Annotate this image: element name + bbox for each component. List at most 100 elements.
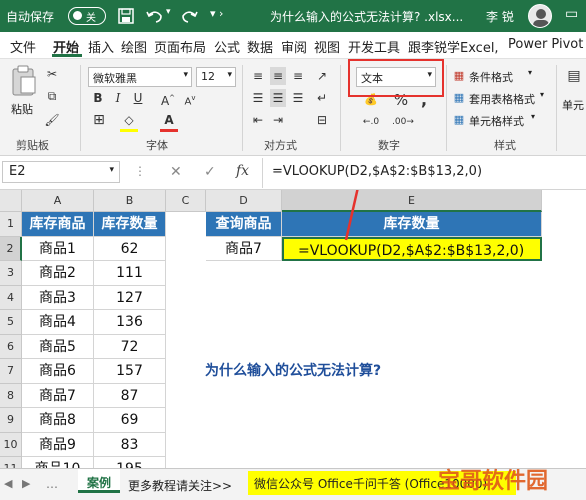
- font-size-select[interactable]: 12 ▾: [196, 67, 236, 87]
- watermark-logo: 宝哥软件园: [438, 457, 586, 500]
- font-shrink-icon[interactable]: Av: [182, 89, 198, 111]
- merge-center-icon[interactable]: ⊟: [314, 111, 330, 129]
- tab-data[interactable]: 数据: [247, 37, 273, 56]
- more-dots-icon: ⋮: [134, 164, 146, 178]
- chevron-down-icon[interactable]: ▾: [540, 90, 544, 99]
- cell-styles-label[interactable]: 单元格样式: [469, 113, 524, 129]
- divider: [242, 65, 243, 151]
- tab-page-layout[interactable]: 页面布局: [154, 37, 206, 56]
- align-bottom-icon[interactable]: ≡: [290, 67, 306, 85]
- chevron-down-icon: ▾: [183, 70, 188, 80]
- font-name-select[interactable]: 微软雅黑 ▾: [88, 67, 192, 87]
- increase-indent-icon[interactable]: ⇥: [270, 111, 286, 129]
- sheet-tab-bar: ◀ ▶ … 案例 更多教程请关注>> 微信公众号 Office千问千答 (Off…: [0, 468, 586, 500]
- tab-view[interactable]: 视图: [314, 37, 340, 56]
- title-bar: 自动保存 关 ▾ ▾ › 为什么输入的公式无法计算? .xlsx... 李 锐 …: [0, 0, 586, 32]
- formula-input[interactable]: =VLOOKUP(D2,$A$2:$B$13,2,0): [272, 164, 482, 179]
- worksheet-grid[interactable]: ABCDE 1234567891011 库存商品库存数量商品162商品2111商…: [0, 190, 586, 468]
- font-color-icon[interactable]: A: [160, 111, 178, 129]
- undo-dropdown-icon[interactable]: ▾: [166, 7, 171, 17]
- font-size-value: 12: [201, 70, 215, 83]
- nav-next-icon[interactable]: ▶: [22, 477, 30, 490]
- underline-icon[interactable]: U: [130, 89, 146, 107]
- align-middle-icon[interactable]: ≡: [270, 67, 286, 85]
- ribbon-tabs: 文件 开始 插入 绘图 页面布局 公式 数据 审阅 视图 开发工具 跟李锐学Ex…: [0, 32, 586, 58]
- formula-bar: E2 ▾ ⋮ ✕ ✓ fx =VLOOKUP(D2,$A$2:$B$13,2,0…: [0, 156, 586, 190]
- font-grow-icon[interactable]: A^: [160, 89, 176, 110]
- format-as-table-icon[interactable]: ▦: [452, 89, 466, 107]
- decrease-decimal-icon[interactable]: .00→: [392, 113, 414, 131]
- more-sheets-icon[interactable]: …: [46, 477, 58, 491]
- align-top-icon[interactable]: ≡: [250, 67, 266, 85]
- orientation-icon[interactable]: ↗: [314, 67, 330, 85]
- font-name-value: 微软雅黑: [93, 72, 137, 85]
- active-tab-indicator: [52, 54, 82, 57]
- divider: [340, 65, 341, 151]
- decrease-indent-icon[interactable]: ⇤: [250, 111, 266, 129]
- highlight-box: [348, 59, 444, 97]
- divider: [446, 65, 447, 151]
- format-as-table-label[interactable]: 套用表格格式: [469, 91, 535, 107]
- autosave-label: 自动保存: [6, 10, 55, 24]
- font-color-bar: [160, 129, 178, 132]
- annotation-arrow-icon: [344, 190, 359, 241]
- tab-draw[interactable]: 绘图: [121, 37, 147, 56]
- increase-decimal-icon[interactable]: ←.0: [360, 113, 382, 131]
- italic-icon[interactable]: I: [110, 89, 126, 107]
- sheet-tab-active[interactable]: 案例: [78, 469, 120, 493]
- format-painter-icon[interactable]: 🖌: [44, 111, 60, 129]
- insert-function-icon[interactable]: fx: [236, 163, 249, 179]
- ribbon-display-icon[interactable]: ▭: [565, 6, 578, 22]
- chevron-down-icon[interactable]: ▾: [528, 68, 532, 77]
- tab-insert[interactable]: 插入: [88, 37, 114, 56]
- tab-developer[interactable]: 开发工具: [348, 37, 400, 56]
- undo-icon[interactable]: [146, 8, 164, 24]
- tab-power-pivot[interactable]: Power Pivot: [508, 37, 583, 52]
- tab-review[interactable]: 审阅: [281, 37, 307, 56]
- paste-label[interactable]: 粘贴: [11, 101, 33, 117]
- sheet-tab-active-label: 案例: [86, 476, 111, 490]
- name-box[interactable]: E2 ▾: [2, 161, 120, 183]
- tab-file[interactable]: 文件: [10, 37, 36, 56]
- avatar[interactable]: [528, 4, 552, 28]
- font-group-label: 字体: [146, 139, 168, 152]
- align-right-icon[interactable]: ☰: [290, 89, 306, 107]
- cut-icon[interactable]: ✂: [44, 65, 60, 83]
- ribbon: 粘贴 ✂ ⧉ 🖌 剪贴板 微软雅黑 ▾ 12 ▾ B I U A^ Av ⊞ ◇…: [0, 58, 586, 156]
- watermark-text: 宝哥软件园: [438, 469, 549, 494]
- align-left-icon[interactable]: ☰: [250, 89, 266, 107]
- fill-color-icon[interactable]: ◇: [120, 111, 138, 129]
- fill-color-bar: [120, 129, 138, 132]
- number-group-label: 数字: [378, 139, 400, 152]
- conditional-format-icon[interactable]: ▦: [452, 67, 466, 85]
- paste-icon[interactable]: [10, 65, 38, 97]
- user-name[interactable]: 李 锐: [486, 8, 514, 25]
- chevron-down-icon: ▾: [109, 165, 114, 175]
- conditional-format-label[interactable]: 条件格式: [469, 69, 513, 85]
- copy-icon[interactable]: ⧉: [44, 87, 60, 105]
- nav-prev-icon[interactable]: ◀: [4, 477, 12, 490]
- more-commands-icon[interactable]: ▾ ›: [210, 7, 223, 20]
- divider: [262, 158, 263, 188]
- cells-icon[interactable]: ▤: [566, 67, 582, 85]
- align-center-icon[interactable]: ☰: [270, 89, 286, 107]
- borders-icon[interactable]: ⊞: [90, 111, 108, 129]
- tab-formulas[interactable]: 公式: [214, 37, 240, 56]
- tab-custom[interactable]: 跟李锐学Excel,: [408, 37, 499, 56]
- autosave-state: 关: [86, 13, 96, 24]
- name-box-value: E2: [9, 164, 26, 179]
- file-title: 为什么输入的公式无法计算? .xlsx...: [270, 10, 464, 24]
- clipboard-group-label: 剪贴板: [16, 139, 49, 152]
- sheet-tab-more[interactable]: 更多教程请关注>>: [128, 477, 232, 494]
- cell-styles-icon[interactable]: ▦: [452, 111, 466, 129]
- save-icon[interactable]: [118, 8, 134, 24]
- chevron-down-icon[interactable]: ▾: [531, 112, 535, 121]
- bold-icon[interactable]: B: [90, 89, 106, 107]
- divider: [80, 65, 81, 151]
- wrap-text-icon[interactable]: ↵: [314, 89, 330, 107]
- redo-icon[interactable]: [180, 8, 198, 24]
- cells-label[interactable]: 单元: [562, 97, 584, 113]
- autosave-toggle[interactable]: 关: [68, 7, 106, 25]
- enter-icon[interactable]: ✓: [204, 164, 216, 180]
- cancel-icon[interactable]: ✕: [170, 164, 182, 180]
